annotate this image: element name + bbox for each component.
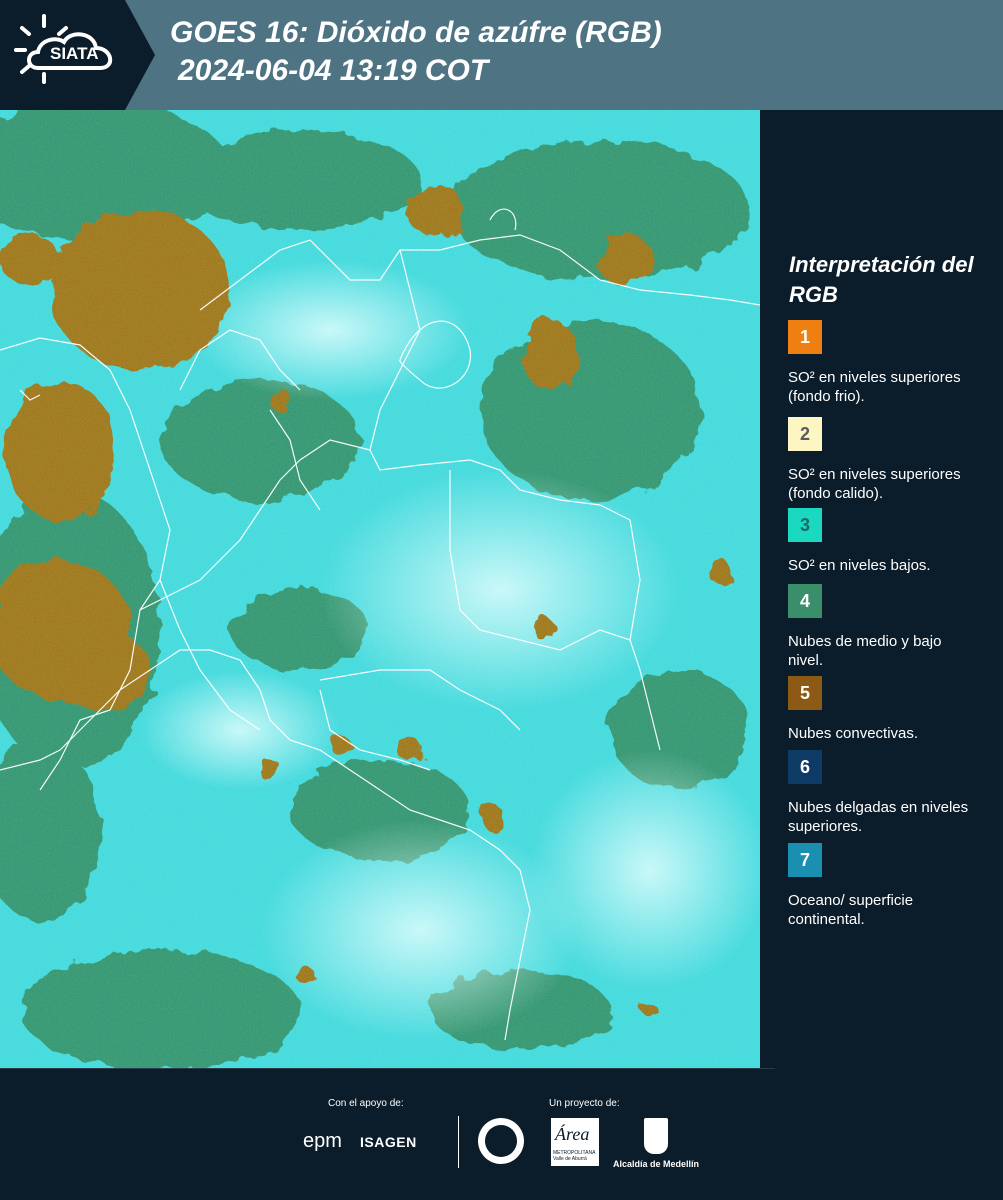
legend-label-3: SO² en niveles bajos. <box>788 557 931 574</box>
legend-item-6: 6 Nubes delgadas en niveles superiores. <box>788 750 988 836</box>
alcaldia-shield-icon[interactable] <box>644 1118 668 1154</box>
project-label: Un proyecto de: <box>549 1098 620 1109</box>
legend-item-7: 7 Oceano/ superficie continental. <box>788 843 988 929</box>
legend-item-1: 1 SO² en niveles superiores (fondo frio)… <box>788 320 988 406</box>
alcaldia-label: Alcaldía de Medellín <box>613 1159 700 1169</box>
legend-label-2: SO² en niveles superiores (fondo calido)… <box>788 466 961 502</box>
support-label: Con el apoyo de: <box>328 1098 404 1109</box>
legend-label-6: Nubes delgadas en niveles superiores. <box>788 799 969 835</box>
title-product: GOES 16: Dióxido de azúfre (RGB) <box>170 16 662 49</box>
epm-logo[interactable]: epm <box>303 1130 342 1153</box>
legend-swatch-6: 6 <box>788 750 822 784</box>
legend-label-1: SO² en niveles superiores (fondo frio). <box>788 369 961 405</box>
legend-swatch-7: 7 <box>788 843 822 877</box>
legend-label-4: Nubes de medio y bajo nivel. <box>788 633 942 669</box>
area-logo-text: Área <box>555 1124 590 1144</box>
medellin-seal-icon[interactable] <box>478 1118 524 1164</box>
legend-title: Interpretación del RGB <box>789 252 974 307</box>
legend-swatch-1: 1 <box>788 320 822 354</box>
legend-label-7: Oceano/ superficie continental. <box>788 892 914 928</box>
legend-item-5: 5 Nubes convectivas. <box>788 676 988 743</box>
footer-divider <box>458 1116 459 1168</box>
page-title: GOES 16: Dióxido de azúfre (RGB) 2024-06… <box>170 14 662 90</box>
title-timestamp: 2024-06-04 13:19 COT <box>178 54 489 87</box>
legend-swatch-3: 3 <box>788 508 822 542</box>
footer-divider-line <box>0 1068 775 1069</box>
siata-logo[interactable]: SIATA <box>0 0 155 110</box>
legend-panel: Interpretación del RGB 1 SO² en niveles … <box>760 110 1003 1068</box>
isagen-logo[interactable]: ISAGEN <box>360 1134 417 1150</box>
legend-swatch-2: 2 <box>788 417 822 451</box>
legend-item-4: 4 Nubes de medio y bajo nivel. <box>788 584 988 670</box>
legend-item-3: 3 SO² en niveles bajos. <box>788 508 988 575</box>
legend-swatch-5: 5 <box>788 676 822 710</box>
area-logo-sub: METROPOLITANA Valle de Aburrá <box>553 1150 596 1162</box>
legend-label-5: Nubes convectivas. <box>788 725 919 742</box>
legend-swatch-4: 4 <box>788 584 822 618</box>
so2-rgb-image <box>0 110 760 1068</box>
satellite-map[interactable] <box>0 110 760 1068</box>
header-bar: SIATA GOES 16: Dióxido de azúfre (RGB) 2… <box>0 0 1003 110</box>
siata-logo-text: SIATA <box>50 44 99 63</box>
footer: Con el apoyo de: epm ISAGEN Un proyecto … <box>0 1068 1003 1200</box>
area-metropolitana-logo[interactable]: Área METROPOLITANA Valle de Aburrá <box>551 1118 599 1166</box>
seal-inner <box>485 1125 517 1157</box>
legend-item-2: 2 SO² en niveles superiores (fondo calid… <box>788 417 988 503</box>
